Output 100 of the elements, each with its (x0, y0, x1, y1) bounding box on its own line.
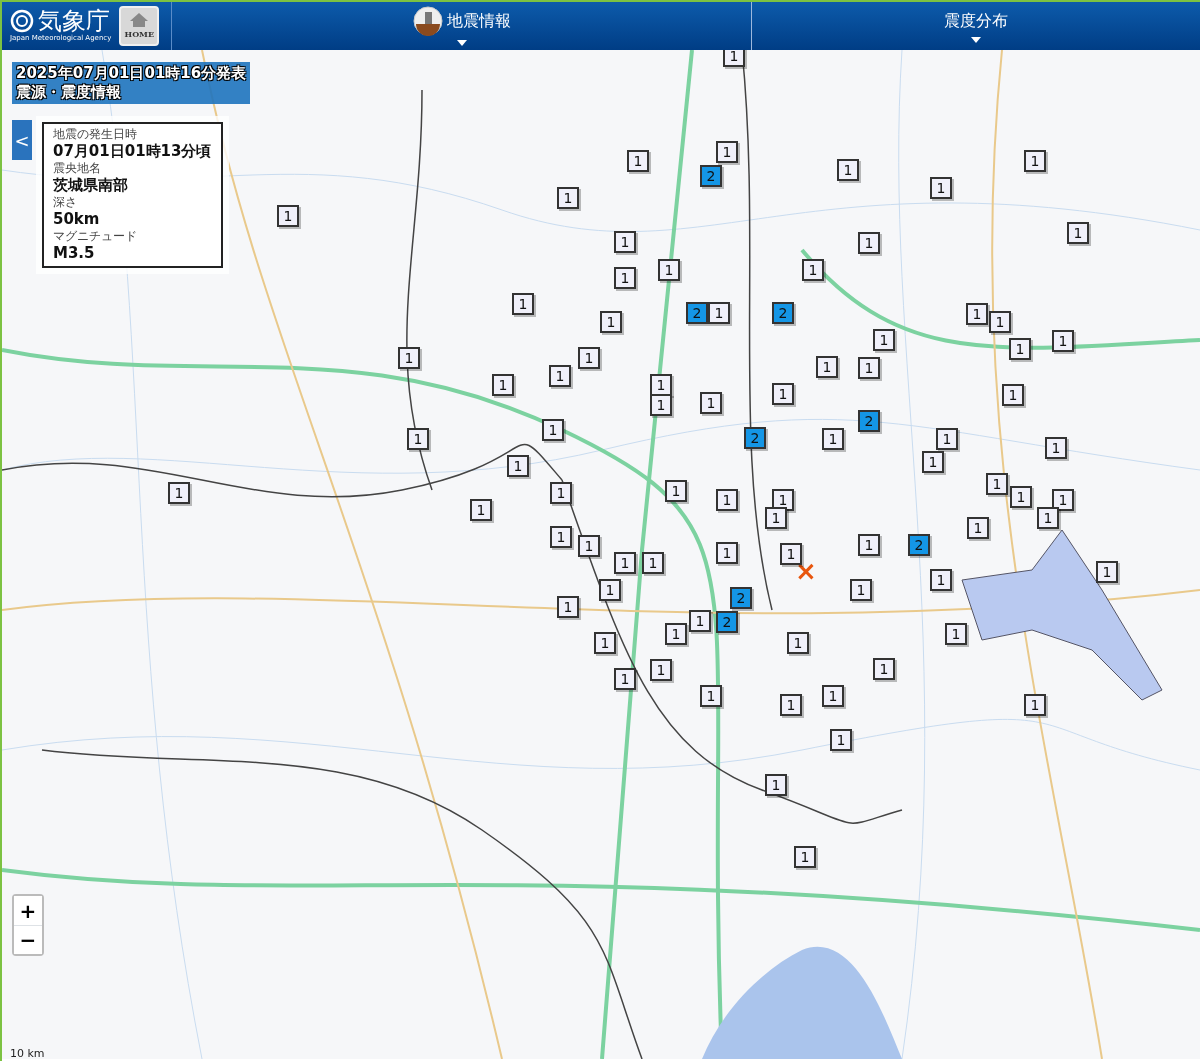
intensity-marker[interactable]: 1 (542, 419, 564, 441)
intensity-marker[interactable]: 1 (277, 205, 299, 227)
zoom-out-button[interactable]: − (14, 925, 42, 954)
intensity-marker[interactable]: 1 (989, 311, 1011, 333)
intensity-marker[interactable]: 1 (1024, 150, 1046, 172)
intensity-marker[interactable]: 1 (614, 552, 636, 574)
intensity-marker[interactable]: 1 (557, 596, 579, 618)
intensity-marker[interactable]: 1 (578, 535, 600, 557)
intensity-marker[interactable]: 1 (837, 159, 859, 181)
intensity-marker[interactable]: 1 (1002, 384, 1024, 406)
intensity-marker[interactable]: 1 (945, 623, 967, 645)
intensity-marker[interactable]: 1 (936, 428, 958, 450)
intensity-marker[interactable]: 2 (744, 427, 766, 449)
agency-logo-icon (10, 8, 34, 33)
field-value: 07月01日01時13分頃 (53, 141, 212, 161)
intensity-marker[interactable]: 1 (787, 632, 809, 654)
intensity-marker[interactable]: 1 (550, 482, 572, 504)
intensity-marker[interactable]: 1 (873, 658, 895, 680)
intensity-marker[interactable]: 1 (1052, 489, 1074, 511)
intensity-marker[interactable]: 1 (407, 428, 429, 450)
intensity-marker[interactable]: 1 (765, 507, 787, 529)
intensity-marker[interactable]: 1 (1010, 486, 1032, 508)
intensity-marker[interactable]: 1 (507, 455, 529, 477)
scale-label: 10 km (10, 1046, 45, 1059)
intensity-marker[interactable]: 1 (794, 846, 816, 868)
field-label: 震央地名 (53, 161, 102, 175)
house-icon (129, 12, 150, 28)
intensity-marker[interactable]: 1 (802, 259, 824, 281)
intensity-marker[interactable]: 1 (780, 694, 802, 716)
intensity-marker[interactable]: 1 (723, 50, 745, 67)
building-icon (412, 6, 443, 36)
intensity-marker[interactable]: 1 (708, 302, 730, 324)
intensity-marker[interactable]: 1 (550, 526, 572, 548)
intensity-marker[interactable]: 1 (614, 267, 636, 289)
intensity-marker[interactable]: 1 (398, 347, 420, 369)
intensity-marker[interactable]: 1 (986, 473, 1008, 495)
intensity-marker[interactable]: 1 (168, 482, 190, 504)
intensity-marker[interactable]: 1 (967, 517, 989, 539)
intensity-marker[interactable]: 2 (686, 302, 708, 324)
intensity-marker[interactable]: 1 (858, 232, 880, 254)
intensity-marker[interactable]: 1 (1045, 437, 1067, 459)
intensity-marker[interactable]: 1 (627, 150, 649, 172)
intensity-marker[interactable]: 1 (816, 356, 838, 378)
intensity-marker[interactable]: 1 (858, 357, 880, 379)
intensity-marker[interactable]: 1 (549, 365, 571, 387)
intensity-marker[interactable]: 1 (557, 187, 579, 209)
intensity-marker[interactable]: 1 (700, 685, 722, 707)
intensity-marker[interactable]: 1 (850, 579, 872, 601)
intensity-marker[interactable]: 1 (830, 729, 852, 751)
intensity-marker[interactable]: 1 (599, 579, 621, 601)
intensity-marker[interactable]: 1 (772, 383, 794, 405)
intensity-marker[interactable]: 1 (650, 374, 672, 396)
intensity-marker[interactable]: 1 (1024, 694, 1046, 716)
intensity-marker[interactable]: 1 (922, 451, 944, 473)
intensity-marker[interactable]: 1 (594, 632, 616, 654)
intensity-marker[interactable]: 1 (966, 303, 988, 325)
intensity-marker[interactable]: 1 (512, 293, 534, 315)
field-label: 深さ (53, 195, 78, 209)
intensity-marker[interactable]: 1 (822, 685, 844, 707)
intensity-marker[interactable]: 1 (716, 489, 738, 511)
intensity-marker[interactable]: 1 (689, 610, 711, 632)
intensity-marker[interactable]: 1 (650, 394, 672, 416)
intensity-marker[interactable]: 1 (780, 543, 802, 565)
intensity-marker[interactable]: 1 (665, 623, 687, 645)
intensity-marker[interactable]: 1 (1052, 330, 1074, 352)
intensity-marker[interactable]: 1 (650, 659, 672, 681)
intensity-marker[interactable]: 1 (716, 141, 738, 163)
intensity-marker[interactable]: 1 (930, 177, 952, 199)
menu-button[interactable]: 震度分布 (752, 2, 1200, 50)
home-button[interactable]: HOME (119, 6, 160, 46)
intensity-marker[interactable]: 1 (930, 569, 952, 591)
intensity-marker[interactable]: 1 (614, 668, 636, 690)
intensity-marker[interactable]: 2 (908, 534, 930, 556)
intensity-marker[interactable]: 1 (716, 542, 738, 564)
intensity-marker[interactable]: 1 (822, 428, 844, 450)
intensity-marker[interactable]: 1 (858, 534, 880, 556)
field-label: マグニチュード (53, 229, 138, 243)
intensity-marker[interactable]: 2 (716, 611, 738, 633)
intensity-marker[interactable]: 1 (1067, 222, 1089, 244)
intensity-marker[interactable]: 1 (470, 499, 492, 521)
intensity-marker[interactable]: 1 (492, 374, 514, 396)
intensity-marker[interactable]: 1 (614, 231, 636, 253)
intensity-marker[interactable]: 2 (858, 410, 880, 432)
intensity-marker[interactable]: 1 (1096, 561, 1118, 583)
intensity-marker[interactable]: 2 (772, 302, 794, 324)
intensity-marker[interactable]: 1 (1037, 507, 1059, 529)
intensity-marker[interactable]: 1 (665, 480, 687, 502)
intensity-marker[interactable]: 1 (765, 774, 787, 796)
intensity-marker[interactable]: 1 (642, 552, 664, 574)
intensity-marker[interactable]: 1 (600, 311, 622, 333)
intensity-marker[interactable]: 1 (578, 347, 600, 369)
intensity-marker[interactable]: 1 (700, 392, 722, 414)
intensity-marker[interactable]: 1 (658, 259, 680, 281)
intensity-marker[interactable]: 2 (700, 165, 722, 187)
field-value: 50km (53, 209, 101, 229)
panel-toggle-button[interactable]: < (12, 120, 32, 160)
field-label: 地震の発生日時 (53, 127, 138, 141)
intensity-marker[interactable]: 2 (730, 587, 752, 609)
intensity-marker[interactable]: 1 (873, 329, 895, 351)
intensity-marker[interactable]: 1 (1009, 338, 1031, 360)
